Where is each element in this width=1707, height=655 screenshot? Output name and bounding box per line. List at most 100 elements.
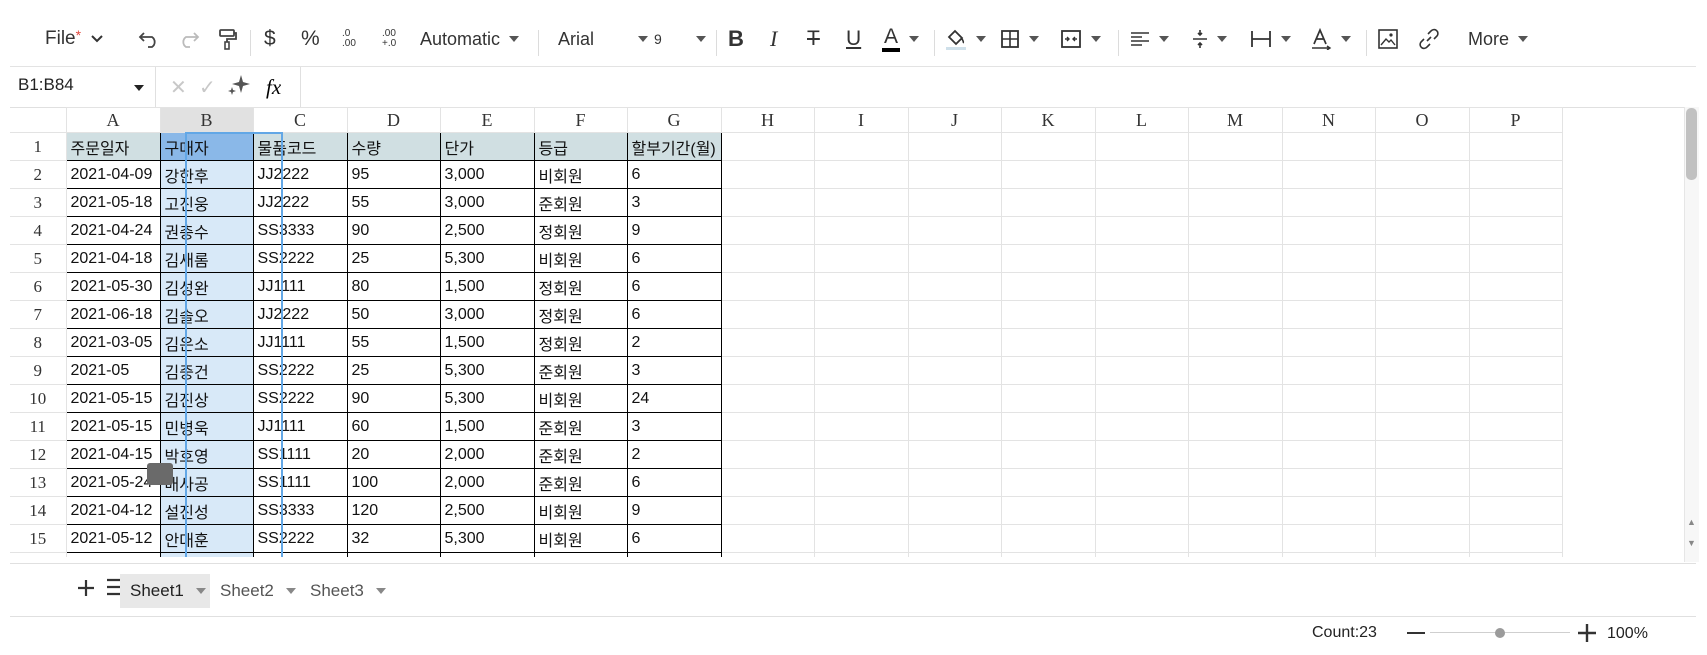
cell-o10[interactable] xyxy=(1374,384,1470,413)
cell-m7[interactable] xyxy=(1187,300,1283,329)
column-header-n[interactable]: N xyxy=(1281,107,1376,133)
name-box[interactable]: B1:B84 xyxy=(18,75,74,95)
row-header[interactable]: 1 xyxy=(10,132,67,161)
cell-k1[interactable] xyxy=(1000,132,1096,161)
add-sheet-icon[interactable] xyxy=(76,572,96,605)
confirm-edit-icon[interactable]: ✓ xyxy=(199,75,216,100)
cell-l15[interactable] xyxy=(1094,524,1189,553)
tab-sheet2[interactable]: Sheet2 xyxy=(210,574,300,608)
cell-a4[interactable]: 2021-04-24 xyxy=(65,216,161,245)
cell-o8[interactable] xyxy=(1374,328,1470,357)
cell-d6[interactable]: 80 xyxy=(346,272,441,301)
cell-k6[interactable] xyxy=(1000,272,1096,301)
cell-n4[interactable] xyxy=(1281,216,1376,245)
cell-l11[interactable] xyxy=(1094,412,1189,441)
text-rotate-button[interactable] xyxy=(1310,24,1351,54)
cell-m1[interactable] xyxy=(1187,132,1283,161)
row-header[interactable]: 4 xyxy=(10,216,67,245)
tab-sheet1[interactable]: Sheet1 xyxy=(120,574,210,608)
column-header-e[interactable]: E xyxy=(439,107,535,133)
cell-d13[interactable]: 100 xyxy=(346,468,441,497)
cell-m10[interactable] xyxy=(1187,384,1283,413)
cell-m15[interactable] xyxy=(1187,524,1283,553)
column-header-b[interactable]: B xyxy=(159,107,254,133)
cell-l2[interactable] xyxy=(1094,160,1189,189)
cell-d5[interactable]: 25 xyxy=(346,244,441,273)
increase-decimal-button[interactable]: .00 +.0 xyxy=(382,24,404,54)
cell-o11[interactable] xyxy=(1374,412,1470,441)
cell-b16[interactable]: 오덕우 xyxy=(159,552,254,557)
italic-button[interactable]: I xyxy=(770,24,777,54)
cell-j1[interactable] xyxy=(907,132,1002,161)
cell-k5[interactable] xyxy=(1000,244,1096,273)
cell-d11[interactable]: 60 xyxy=(346,412,441,441)
cell-i2[interactable] xyxy=(813,160,909,189)
cell-g7[interactable]: 6 xyxy=(626,300,722,329)
cell-c12[interactable]: SS1111 xyxy=(252,440,348,469)
cell-g2[interactable]: 6 xyxy=(626,160,722,189)
cell-h13[interactable] xyxy=(720,468,815,497)
cell-f5[interactable]: 비회원 xyxy=(533,244,628,273)
cell-e3[interactable]: 3,000 xyxy=(439,188,535,217)
tab-menu-caret-icon[interactable] xyxy=(195,588,206,594)
cell-a7[interactable]: 2021-06-18 xyxy=(65,300,161,329)
cell-c16[interactable]: JJ2222 xyxy=(252,552,348,557)
zoom-slider-handle[interactable] xyxy=(1495,628,1505,638)
cell-n11[interactable] xyxy=(1281,412,1376,441)
redo-button[interactable] xyxy=(178,24,200,54)
cell-p8[interactable] xyxy=(1468,328,1563,357)
cell-m16[interactable] xyxy=(1187,552,1283,557)
cell-o1[interactable] xyxy=(1374,132,1470,161)
cell-o2[interactable] xyxy=(1374,160,1470,189)
decrease-decimal-button[interactable]: .0 .00 xyxy=(342,24,364,54)
cell-i7[interactable] xyxy=(813,300,909,329)
cell-h9[interactable] xyxy=(720,356,815,385)
cell-g4[interactable]: 9 xyxy=(626,216,722,245)
cell-m14[interactable] xyxy=(1187,496,1283,525)
cell-c13[interactable]: SS1111 xyxy=(252,468,348,497)
cell-h4[interactable] xyxy=(720,216,815,245)
cell-k7[interactable] xyxy=(1000,300,1096,329)
cell-e4[interactable]: 2,500 xyxy=(439,216,535,245)
cell-j4[interactable] xyxy=(907,216,1002,245)
cell-l6[interactable] xyxy=(1094,272,1189,301)
cell-b2[interactable]: 강한후 xyxy=(159,160,254,189)
cell-l3[interactable] xyxy=(1094,188,1189,217)
cell-n13[interactable] xyxy=(1281,468,1376,497)
cell-a1[interactable]: 주문일자 xyxy=(65,132,161,161)
cell-n16[interactable] xyxy=(1281,552,1376,557)
cell-d12[interactable]: 20 xyxy=(346,440,441,469)
cell-b7[interactable]: 김솔오 xyxy=(159,300,254,329)
column-header-p[interactable]: P xyxy=(1468,107,1563,133)
cell-h6[interactable] xyxy=(720,272,815,301)
text-color-button[interactable]: A xyxy=(882,24,920,54)
cell-h10[interactable] xyxy=(720,384,815,413)
cell-f16[interactable]: 정회원 xyxy=(533,552,628,557)
cell-p16[interactable] xyxy=(1468,552,1563,557)
cell-c7[interactable]: JJ2222 xyxy=(252,300,348,329)
cell-b3[interactable]: 고진웅 xyxy=(159,188,254,217)
cell-b1[interactable]: 구매자 xyxy=(159,132,254,161)
tab-menu-caret-icon[interactable] xyxy=(285,588,296,594)
cell-h3[interactable] xyxy=(720,188,815,217)
cell-i13[interactable] xyxy=(813,468,909,497)
cell-b8[interactable]: 김은소 xyxy=(159,328,254,357)
number-format-dropdown[interactable]: Automatic xyxy=(420,24,520,54)
cell-b14[interactable]: 설진성 xyxy=(159,496,254,525)
cell-c5[interactable]: SS2222 xyxy=(252,244,348,273)
cell-f2[interactable]: 비회원 xyxy=(533,160,628,189)
cell-g11[interactable]: 3 xyxy=(626,412,722,441)
cell-c10[interactable]: SS2222 xyxy=(252,384,348,413)
cell-i11[interactable] xyxy=(813,412,909,441)
underline-button[interactable]: U xyxy=(846,24,861,54)
cell-p5[interactable] xyxy=(1468,244,1563,273)
cell-c3[interactable]: JJ2222 xyxy=(252,188,348,217)
row-header[interactable]: 8 xyxy=(10,328,67,357)
cell-k10[interactable] xyxy=(1000,384,1096,413)
cell-p2[interactable] xyxy=(1468,160,1563,189)
cell-h15[interactable] xyxy=(720,524,815,553)
cell-n10[interactable] xyxy=(1281,384,1376,413)
cell-a16[interactable]: 2021-06-01 xyxy=(65,552,161,557)
cell-e5[interactable]: 5,300 xyxy=(439,244,535,273)
cell-c6[interactable]: JJ1111 xyxy=(252,272,348,301)
